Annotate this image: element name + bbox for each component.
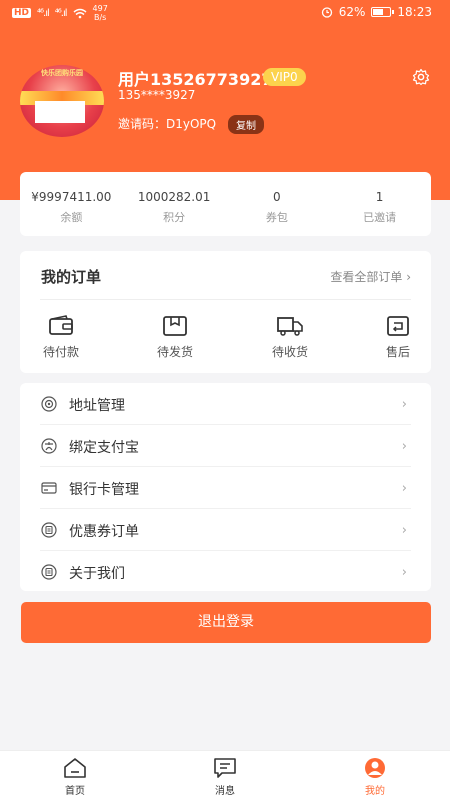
stat-coupons[interactable]: 0 券包 bbox=[226, 172, 329, 236]
truck-icon bbox=[277, 317, 303, 336]
orders-card: 我的订单 查看全部订单 › 待付款 待发货 待收货 售后 bbox=[20, 251, 431, 373]
vip-badge: VIP0 bbox=[263, 68, 306, 86]
wallet-icon bbox=[49, 315, 73, 335]
nav-messages[interactable]: 消息 bbox=[195, 757, 255, 797]
wifi-icon bbox=[73, 8, 87, 18]
chevron-right-icon: › bbox=[401, 565, 407, 580]
phone-number: 135****3927 bbox=[118, 88, 196, 102]
avatar-banner-text: 快乐团购乐园 bbox=[41, 69, 83, 77]
battery-icon bbox=[371, 7, 395, 17]
chevron-right-icon: › bbox=[401, 439, 407, 454]
chevron-right-icon: › bbox=[401, 523, 407, 538]
order-pending-payment[interactable]: 待付款 bbox=[26, 315, 96, 360]
clock: 18:23 bbox=[397, 5, 432, 19]
user-icon bbox=[365, 758, 385, 778]
avatar[interactable]: 快乐团购乐园 bbox=[20, 65, 104, 137]
battery-percent: 62% bbox=[338, 5, 366, 19]
menu-item-bank-card[interactable]: 银行卡管理 › bbox=[20, 467, 431, 509]
info-icon bbox=[41, 564, 57, 580]
view-all-orders-link[interactable]: 查看全部订单 › bbox=[330, 268, 411, 285]
package-icon bbox=[163, 316, 187, 336]
menu-item-about-us[interactable]: 关于我们 › bbox=[20, 551, 431, 593]
hd-indicator: HD bbox=[12, 8, 32, 18]
stat-balance[interactable]: ¥9997411.00 余额 bbox=[20, 172, 123, 236]
home-icon bbox=[64, 758, 86, 778]
nav-home[interactable]: 首页 bbox=[45, 757, 105, 797]
invite-code: 邀请码：D1yOPQ bbox=[118, 117, 217, 131]
return-icon bbox=[387, 316, 409, 336]
copy-button[interactable]: 复制 bbox=[228, 115, 264, 134]
chevron-right-icon: › bbox=[401, 481, 407, 496]
bank-card-icon bbox=[41, 482, 57, 494]
orders-title: 我的订单 bbox=[41, 268, 102, 286]
stat-invited[interactable]: 1 已邀请 bbox=[328, 172, 431, 236]
bottom-nav: 首页 消息 我的 bbox=[0, 750, 450, 800]
stat-points[interactable]: 1000282.01 积分 bbox=[123, 172, 226, 236]
network-speed: 497 B/s bbox=[92, 4, 108, 22]
message-icon bbox=[214, 758, 236, 778]
signal-icon-2: ⁴⁶.ıl bbox=[54, 7, 68, 19]
location-icon bbox=[41, 396, 57, 412]
stats-card: ¥9997411.00 余额 1000282.01 积分 0 券包 1 已邀请 bbox=[20, 172, 431, 236]
menu-item-coupon-orders[interactable]: 优惠券订单 › bbox=[20, 509, 431, 551]
menu-item-alipay[interactable]: 绑定支付宝 › bbox=[20, 425, 431, 467]
menu-item-address[interactable]: 地址管理 › bbox=[20, 383, 431, 425]
order-pending-receipt[interactable]: 待收货 bbox=[255, 315, 325, 360]
chevron-right-icon: › bbox=[401, 397, 407, 412]
order-pending-shipment[interactable]: 待发货 bbox=[140, 315, 210, 360]
signal-icon: ⁴⁶.ıl bbox=[37, 7, 50, 19]
logout-button[interactable]: 退出登录 bbox=[21, 602, 431, 643]
order-after-sales[interactable]: 售后 bbox=[363, 315, 433, 360]
alipay-icon bbox=[41, 438, 57, 454]
status-bar: HD ⁴⁶.ıl ⁴⁶.ıl 497 B/s 62% 18:23 bbox=[0, 0, 450, 26]
settings-icon[interactable] bbox=[412, 68, 430, 86]
nav-mine[interactable]: 我的 bbox=[345, 757, 405, 797]
alarm-icon bbox=[321, 7, 332, 18]
coupon-icon bbox=[41, 522, 57, 538]
username: 用户13526773927 bbox=[118, 70, 273, 89]
menu-card: 地址管理 › 绑定支付宝 › 银行卡管理 › 优惠券订单 › 关于我们 › bbox=[20, 383, 431, 591]
